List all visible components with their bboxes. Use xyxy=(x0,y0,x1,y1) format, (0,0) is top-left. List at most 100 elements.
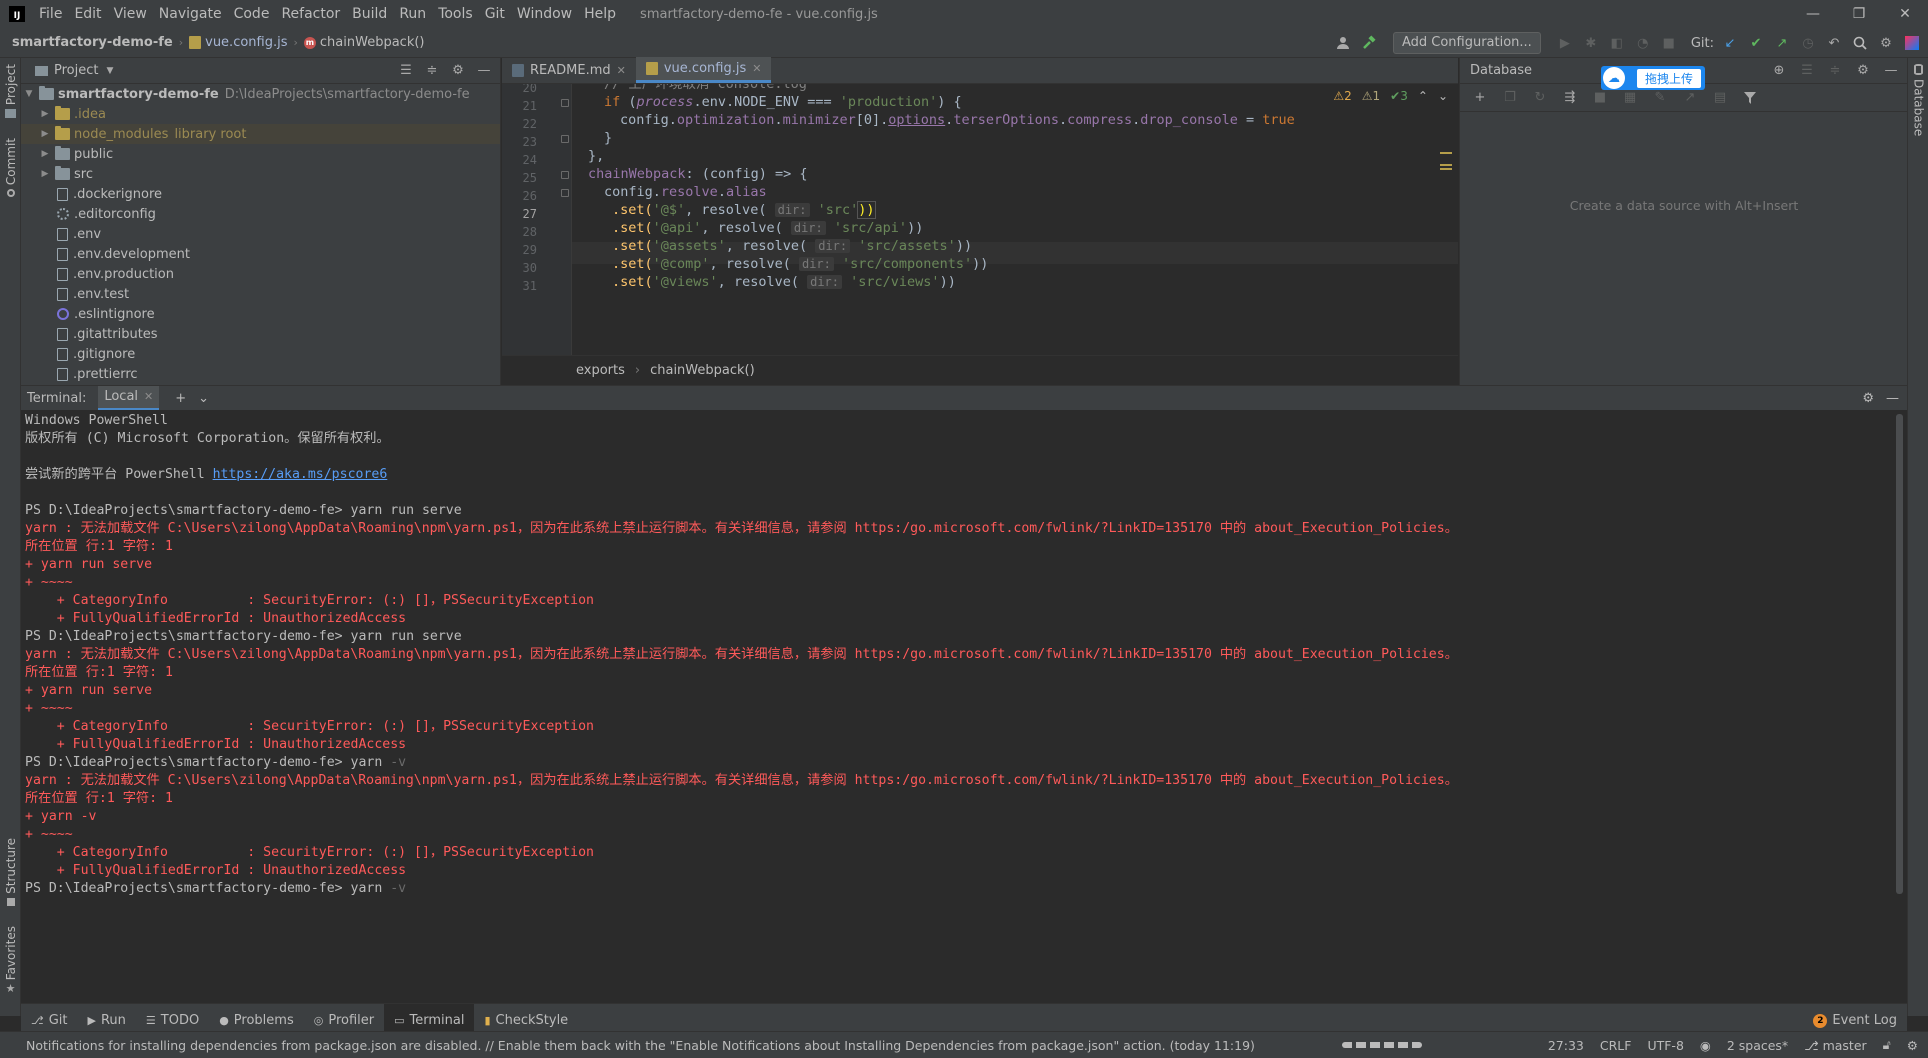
expand-all-icon[interactable]: ☰ xyxy=(1797,61,1817,81)
git-branch[interactable]: ⎇ master xyxy=(1804,1038,1866,1053)
stop-icon[interactable]: ■ xyxy=(1590,88,1610,108)
event-log-button[interactable]: 2 Event Log xyxy=(1813,1013,1907,1028)
menu-run[interactable]: Run xyxy=(393,0,432,28)
add-icon[interactable]: + xyxy=(175,391,186,406)
minimize-button[interactable]: — xyxy=(1790,0,1836,28)
tree-item[interactable]: .prettierrc xyxy=(21,364,500,384)
run-icon[interactable]: ▶ xyxy=(1555,33,1575,53)
menu-view[interactable]: View xyxy=(108,0,153,28)
chevron-right-icon[interactable]: ▶ xyxy=(39,129,51,139)
tree-item[interactable]: ▶ node_modules library root xyxy=(21,124,500,144)
collapse-all-icon[interactable]: ≑ xyxy=(1825,61,1845,81)
terminal-tab-local[interactable]: Local ✕ xyxy=(98,385,160,411)
breadcrumb-file[interactable]: vue.config.js xyxy=(189,35,288,50)
inspection-widget[interactable]: ⚠2 ⚠1 ✔3 ⌃ ⌄ xyxy=(1333,89,1448,103)
tool-tab-structure[interactable]: Structure xyxy=(0,838,21,906)
history-icon[interactable]: ◷ xyxy=(1798,33,1818,53)
menu-build[interactable]: Build xyxy=(346,0,393,28)
console-icon[interactable]: ▤ xyxy=(1710,88,1730,108)
git-push-icon[interactable]: ↗ xyxy=(1772,33,1792,53)
tree-item[interactable]: .env xyxy=(21,224,500,244)
terminal-scrollbar[interactable] xyxy=(1896,414,1903,894)
settings-gear-icon[interactable]: ⚙ xyxy=(448,61,468,81)
stop-icon[interactable]: ■ xyxy=(1659,33,1679,53)
menu-code[interactable]: Code xyxy=(228,0,276,28)
upload-widget[interactable]: ☁ 拖拽上传 xyxy=(1601,66,1705,90)
tree-item[interactable]: .editorconfig xyxy=(21,204,500,224)
fold-marker-icon[interactable] xyxy=(561,99,569,107)
expand-all-icon[interactable]: ☰ xyxy=(396,61,416,81)
close-icon[interactable]: ✕ xyxy=(617,64,626,77)
git-commit-icon[interactable]: ✔ xyxy=(1746,33,1766,53)
editor-breadcrumb-chainwebpack[interactable]: chainWebpack() xyxy=(650,363,755,378)
chevron-down-icon[interactable]: ▼ xyxy=(23,89,35,99)
menu-file[interactable]: File xyxy=(33,0,68,28)
chevron-up-icon[interactable]: ⌃ xyxy=(1418,89,1428,103)
editor-breadcrumb-exports[interactable]: exports xyxy=(576,363,625,378)
tree-item[interactable]: ▶ .idea xyxy=(21,104,500,124)
schema-icon[interactable]: ⇶ xyxy=(1560,88,1580,108)
menu-tools[interactable]: Tools xyxy=(432,0,479,28)
coverage-icon[interactable]: ◧ xyxy=(1607,33,1627,53)
chevron-down-icon[interactable]: ⌄ xyxy=(198,391,209,406)
hide-panel-icon[interactable]: — xyxy=(474,61,494,81)
chevron-down-icon[interactable]: ⌄ xyxy=(1438,89,1448,103)
refresh-icon[interactable]: ↻ xyxy=(1530,88,1550,108)
tree-item[interactable]: ▶ public xyxy=(21,144,500,164)
breadcrumb-method[interactable]: m chainWebpack() xyxy=(303,35,425,50)
tree-item[interactable]: .eslintignore xyxy=(21,304,500,324)
lock-icon[interactable]: 🔓︎ xyxy=(1883,1037,1891,1053)
collapse-all-icon[interactable]: ≑ xyxy=(422,61,442,81)
fold-marker-icon[interactable] xyxy=(561,189,569,197)
git-update-icon[interactable]: ↙ xyxy=(1720,33,1740,53)
fold-marker-icon[interactable] xyxy=(561,135,569,143)
editor-tab[interactable]: README.md ✕ xyxy=(502,57,636,83)
breadcrumb-project[interactable]: smartfactory-demo-fe xyxy=(12,35,173,50)
tree-item[interactable]: .env.development xyxy=(21,244,500,264)
tree-item[interactable]: .env.test xyxy=(21,284,500,304)
chevron-right-icon[interactable]: ▶ xyxy=(39,149,51,159)
chevron-right-icon[interactable]: ▶ xyxy=(39,109,51,119)
chevron-down-icon[interactable]: ▼ xyxy=(106,66,113,76)
close-icon[interactable]: ✕ xyxy=(752,62,761,75)
close-icon[interactable]: ✕ xyxy=(144,390,153,403)
status-message[interactable]: Notifications for installing dependencie… xyxy=(26,1038,1255,1053)
filter-icon[interactable] xyxy=(1740,88,1760,108)
terminal-link[interactable]: https://aka.ms/pscore6 xyxy=(213,467,388,482)
code-editor[interactable]: 20 21 22 23 24 25 26 27 28 29 30 31 // 生产环境取消 conso… xyxy=(502,84,1458,355)
tree-item[interactable]: .dockerignore xyxy=(21,184,500,204)
project-view-selector[interactable]: Project xyxy=(54,63,98,78)
tree-item[interactable]: .gitignore xyxy=(21,344,500,364)
background-progress[interactable] xyxy=(1341,1042,1422,1048)
line-separator[interactable]: CRLF xyxy=(1600,1038,1632,1053)
editor-tab[interactable]: vue.config.js ✕ xyxy=(635,57,772,83)
eye-icon[interactable]: ◉ xyxy=(1700,1038,1711,1053)
file-encoding[interactable]: UTF-8 xyxy=(1647,1038,1683,1053)
tree-item[interactable]: ▶ src xyxy=(21,164,500,184)
restore-button[interactable]: ❐ xyxy=(1836,0,1882,28)
settings-gear-icon[interactable]: ⚙ xyxy=(1876,33,1896,53)
tree-item[interactable]: .gitattributes xyxy=(21,324,500,344)
search-icon[interactable] xyxy=(1850,33,1870,53)
tree-root[interactable]: ▼ smartfactory-demo-fe D:\IdeaProjects\s… xyxy=(21,84,500,104)
tool-tab-favorites[interactable]: Favorites ★ xyxy=(0,926,21,995)
menu-git[interactable]: Git xyxy=(479,0,511,28)
menu-edit[interactable]: Edit xyxy=(68,0,107,28)
menu-window[interactable]: Window xyxy=(511,0,578,28)
rollback-icon[interactable]: ↶ xyxy=(1824,33,1844,53)
tool-tab-commit[interactable]: Commit xyxy=(0,138,21,198)
profile-icon[interactable]: ◔ xyxy=(1633,33,1653,53)
menu-refactor[interactable]: Refactor xyxy=(275,0,346,28)
jump-icon[interactable]: ↗ xyxy=(1680,88,1700,108)
fold-marker-icon[interactable] xyxy=(561,171,569,179)
hide-panel-icon[interactable]: — xyxy=(1881,61,1901,81)
build-hammer-icon[interactable] xyxy=(1359,33,1379,53)
copy-icon[interactable]: ❐ xyxy=(1500,88,1520,108)
add-configuration-button[interactable]: Add Configuration... xyxy=(1392,32,1541,54)
target-icon[interactable]: ⊕ xyxy=(1769,61,1789,81)
memory-icon[interactable]: ⚙ xyxy=(1907,1038,1918,1053)
chevron-right-icon[interactable]: ▶ xyxy=(39,169,51,179)
edit-icon[interactable]: ✎ xyxy=(1650,88,1670,108)
user-icon[interactable] xyxy=(1333,33,1353,53)
caret-position[interactable]: 27:33 xyxy=(1548,1038,1584,1053)
